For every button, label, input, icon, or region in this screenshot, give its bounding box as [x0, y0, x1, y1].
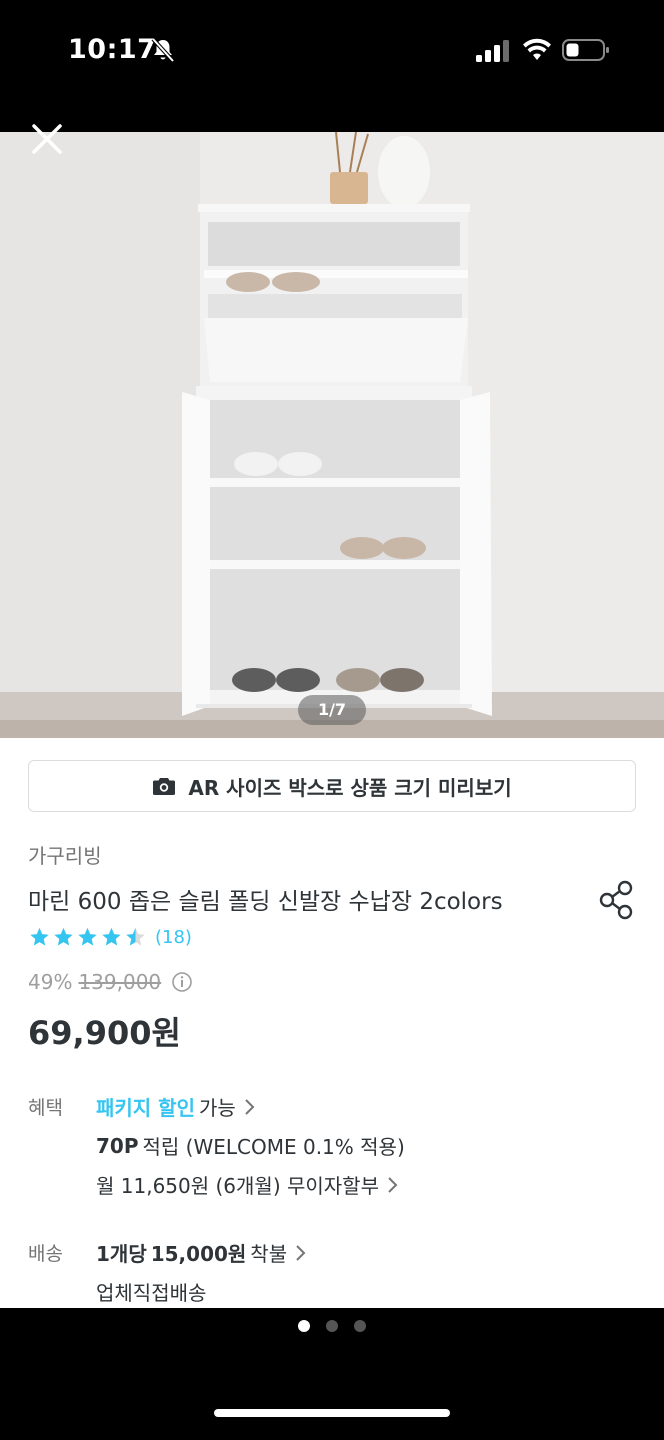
info-icon[interactable] — [171, 971, 193, 993]
package-discount-row[interactable]: 패키지 할인 가능 — [96, 1092, 256, 1121]
shipping-fee-suffix: 착불 — [250, 1242, 288, 1266]
close-icon[interactable] — [28, 120, 66, 158]
chevron-right-icon — [296, 1244, 306, 1261]
half-star-icon — [126, 927, 145, 946]
product-title: 마린 600 좁은 슬림 폴딩 신발장 수납장 2colors — [28, 889, 503, 915]
star-icon — [30, 927, 49, 946]
star-icon — [78, 927, 97, 946]
ar-button-label: AR 사이즈 박스로 상품 크기 미리보기 — [188, 775, 512, 800]
shipping-method-row: 업체직접배송 — [96, 1277, 206, 1306]
ar-size-preview-button[interactable]: AR 사이즈 박스로 상품 크기 미리보기 — [28, 760, 636, 812]
original-price: 139,000 — [78, 970, 162, 994]
pager-dot[interactable] — [298, 1320, 310, 1332]
rating-stars — [28, 926, 147, 948]
star-icon — [54, 927, 73, 946]
cellular-signal-icon — [476, 40, 509, 62]
review-count-link[interactable]: (18) — [155, 927, 192, 948]
status-bar: 10:17 — [0, 0, 664, 132]
package-discount-link[interactable]: 패키지 할인 — [96, 1092, 195, 1121]
chevron-right-icon — [388, 1176, 398, 1193]
shipping-method: 업체직접배송 — [96, 1281, 207, 1305]
pager-dots — [0, 1320, 664, 1332]
pager-dot[interactable] — [354, 1320, 366, 1332]
shipping-fee-amount: 15,000원 — [150, 1242, 247, 1266]
sale-price: 69,900원 — [28, 1014, 181, 1052]
installment-text: 월 11,650원 (6개월) 무이자할부 — [96, 1174, 379, 1198]
share-icon[interactable] — [598, 880, 636, 920]
shipping-fee-prefix: 1개당 — [96, 1242, 147, 1266]
points-row: 70P 적립 (WELCOME 0.1% 적용) — [96, 1131, 405, 1160]
gallery-page-indicator: 1/7 — [298, 695, 366, 725]
wifi-icon — [523, 38, 551, 60]
points-amount: 70P — [96, 1133, 139, 1158]
benefit-label: 혜택 — [28, 1097, 63, 1119]
brand-link[interactable]: 가구리빙 — [28, 840, 102, 869]
star-icon — [102, 927, 121, 946]
discount-row: 49% 139,000 — [28, 970, 193, 994]
shipping-label: 배송 — [28, 1243, 63, 1265]
product-image-gallery[interactable] — [0, 132, 664, 738]
bell-muted-icon — [151, 37, 175, 63]
chevron-right-icon — [245, 1098, 255, 1115]
rating-row[interactable]: (18) — [28, 926, 192, 948]
home-indicator[interactable] — [214, 1409, 450, 1417]
package-discount-suffix: 가능 — [198, 1096, 236, 1120]
status-time: 10:17 — [68, 34, 157, 65]
camera-icon — [153, 778, 176, 795]
shipping-fee-row[interactable]: 1개당 15,000원 착불 — [96, 1238, 307, 1267]
battery-icon — [562, 39, 609, 61]
installment-row[interactable]: 월 11,650원 (6개월) 무이자할부 — [96, 1170, 399, 1199]
discount-rate: 49% — [28, 970, 73, 994]
product-info: AR 사이즈 박스로 상품 크기 미리보기 가구리빙 마린 600 좁은 슬림 … — [0, 738, 664, 1308]
pager-dot[interactable] — [326, 1320, 338, 1332]
product-photo-shoe-cabinet — [0, 132, 664, 738]
bottom-bar — [0, 1308, 664, 1440]
points-text: 적립 (WELCOME 0.1% 적용) — [142, 1135, 405, 1159]
